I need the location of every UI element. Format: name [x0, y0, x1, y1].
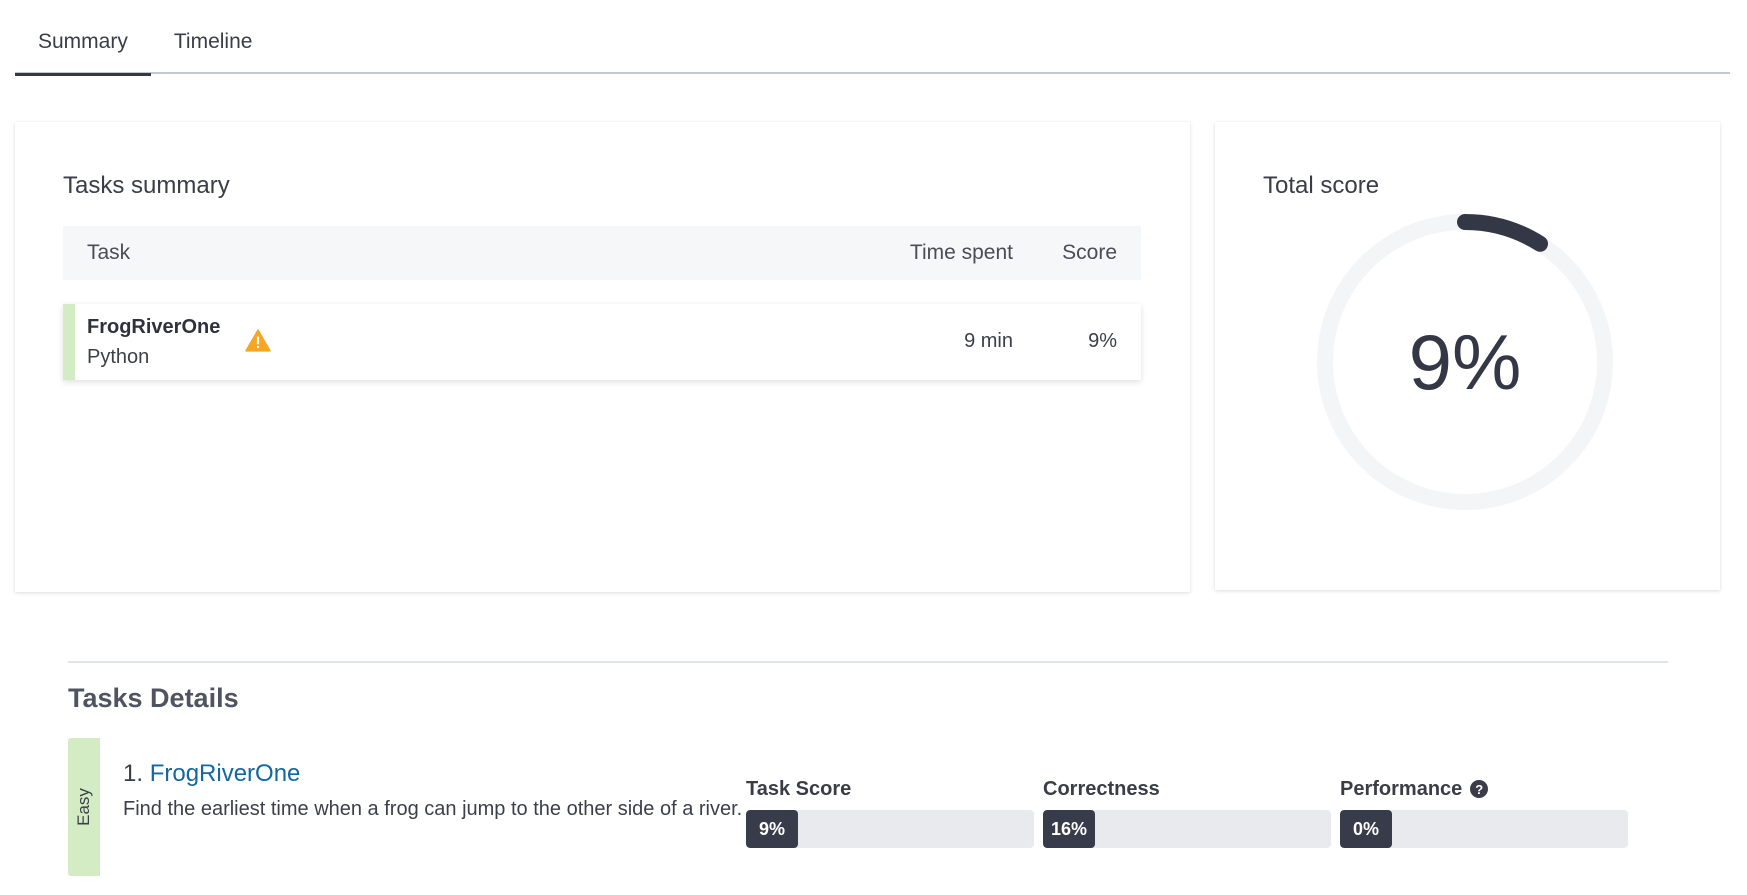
metric-label-correctness: Correctness: [1043, 777, 1160, 800]
column-header-score: Score: [1062, 241, 1117, 264]
task-score-bar: 9%: [746, 810, 1034, 848]
task-time-spent: 9 min: [964, 330, 1013, 352]
tab-summary[interactable]: Summary: [15, 22, 151, 76]
task-score-bar-fill: 9%: [746, 810, 798, 848]
tab-bar: Summary Timeline: [15, 22, 1730, 76]
task-name-link[interactable]: FrogRiverOne: [150, 760, 301, 787]
metric-task-score: Task Score 9%: [746, 774, 1034, 848]
task-language: Python: [87, 346, 150, 368]
table-row[interactable]: FrogRiverOne Python 9 min 9%: [63, 304, 1141, 380]
column-header-time-spent: Time spent: [909, 241, 1013, 264]
task-description: Find the earliest time when a frog can j…: [123, 798, 743, 820]
difficulty-badge: Easy: [68, 738, 100, 876]
total-score-title: Total score: [1263, 172, 1380, 199]
summary-table-header: Task Time spent Score: [63, 226, 1141, 280]
tasks-summary-card: Tasks summary Task Time spent Score Frog…: [15, 122, 1190, 592]
tab-timeline[interactable]: Timeline: [151, 22, 276, 74]
metric-label-performance: Performance ?: [1340, 774, 1628, 804]
question-circle-icon[interactable]: ?: [1470, 780, 1489, 798]
task-number: 1.: [123, 760, 144, 787]
correctness-bar-fill: 16%: [1043, 810, 1095, 848]
tasks-details-title: Tasks Details: [68, 683, 239, 713]
metric-label-task-score: Task Score: [746, 777, 852, 800]
task-detail-heading: 1. FrogRiverOne: [123, 760, 300, 788]
difficulty-label: Easy: [74, 788, 93, 826]
warning-triangle-icon[interactable]: [245, 328, 271, 354]
section-divider: [68, 661, 1668, 663]
performance-bar: 0%: [1340, 810, 1628, 848]
task-name: FrogRiverOne: [87, 316, 221, 338]
metric-correctness: Correctness 16%: [1043, 774, 1331, 848]
performance-bar-fill: 0%: [1340, 810, 1392, 848]
correctness-bar: 16%: [1043, 810, 1331, 848]
task-score: 9%: [1088, 330, 1117, 352]
tasks-summary-title: Tasks summary: [63, 172, 230, 199]
column-header-task: Task: [87, 241, 131, 264]
total-score-value: 9%: [1408, 317, 1522, 406]
metric-performance: Performance ? 0%: [1340, 774, 1628, 848]
total-score-card: Total score 9%: [1215, 122, 1720, 590]
